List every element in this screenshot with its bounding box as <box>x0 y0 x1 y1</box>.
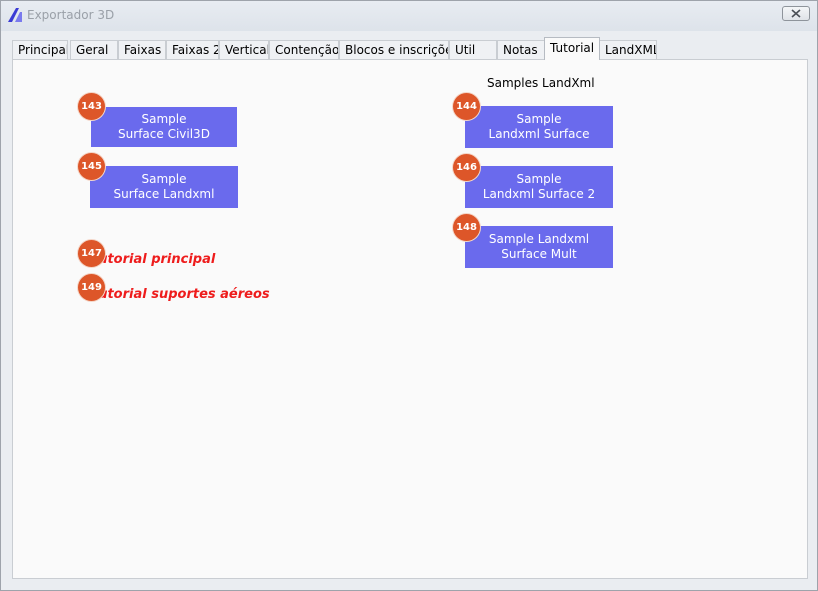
badge-146: 146 <box>453 154 480 181</box>
tutorial-principal-link[interactable]: Tutorial principal <box>91 252 215 267</box>
tab-contencao[interactable]: Contenção <box>269 40 339 60</box>
sample-landxml-surface-2-button[interactable]: Sample Landxml Surface 2 <box>465 166 613 208</box>
button-line-1: Sample <box>141 172 187 186</box>
title-bar: Exportador 3D <box>1 1 817 31</box>
tab-faixas-2[interactable]: Faixas 2 <box>166 40 219 60</box>
samples-landxml-heading: Samples LandXml <box>487 76 595 90</box>
sample-surface-landxml-button[interactable]: Sample Surface Landxml <box>90 166 238 208</box>
button-line-2: Surface Civil3D <box>118 127 210 141</box>
badge-147: 147 <box>78 240 105 267</box>
button-line-2: Landxml Surface 2 <box>482 187 596 201</box>
tab-vertical[interactable]: Vertical <box>219 40 269 60</box>
button-line-1: Sample <box>141 112 187 126</box>
sample-landxml-surface-button[interactable]: Sample Landxml Surface <box>465 106 613 148</box>
tutorial-suportes-aereos-link[interactable]: Tutorial suportes aéreos <box>91 287 270 302</box>
button-line-2: Surface Landxml <box>113 187 215 201</box>
tab-util[interactable]: Util <box>449 40 497 60</box>
exportador-window: Exportador 3D Principal Geral Faixas Fai… <box>0 0 818 591</box>
badge-148: 148 <box>453 214 480 241</box>
tab-faixas[interactable]: Faixas <box>118 40 166 60</box>
close-button[interactable] <box>782 6 810 21</box>
tutorial-panel: Samples LandXml Sample Surface Civil3D 1… <box>12 59 808 579</box>
badge-144: 144 <box>453 93 480 120</box>
button-line-1: Sample <box>516 112 562 126</box>
tab-landxml[interactable]: LandXML <box>599 40 657 60</box>
app-logo-icon <box>7 7 23 23</box>
sample-landxml-surface-mult-button[interactable]: Sample Landxml Surface Mult <box>465 226 613 268</box>
window-title: Exportador 3D <box>27 8 115 22</box>
tab-blocos-inscricoes[interactable]: Blocos e inscrições <box>339 40 449 60</box>
sample-surface-civil3d-button[interactable]: Sample Surface Civil3D <box>91 107 237 147</box>
button-line-1: Sample Landxml <box>488 232 590 246</box>
badge-149: 149 <box>78 274 105 301</box>
tab-bar: Principal Geral Faixas Faixas 2 Vertical… <box>12 37 808 60</box>
tab-notas[interactable]: Notas <box>497 40 545 60</box>
tab-geral[interactable]: Geral <box>70 40 118 60</box>
button-line-1: Sample <box>516 172 562 186</box>
tab-tutorial[interactable]: Tutorial <box>544 37 600 60</box>
button-line-2: Surface Mult <box>501 247 577 261</box>
tab-principal[interactable]: Principal <box>12 40 68 60</box>
badge-143: 143 <box>78 93 105 120</box>
close-icon <box>791 7 801 21</box>
badge-145: 145 <box>78 153 105 180</box>
button-line-2: Landxml Surface <box>488 127 590 141</box>
